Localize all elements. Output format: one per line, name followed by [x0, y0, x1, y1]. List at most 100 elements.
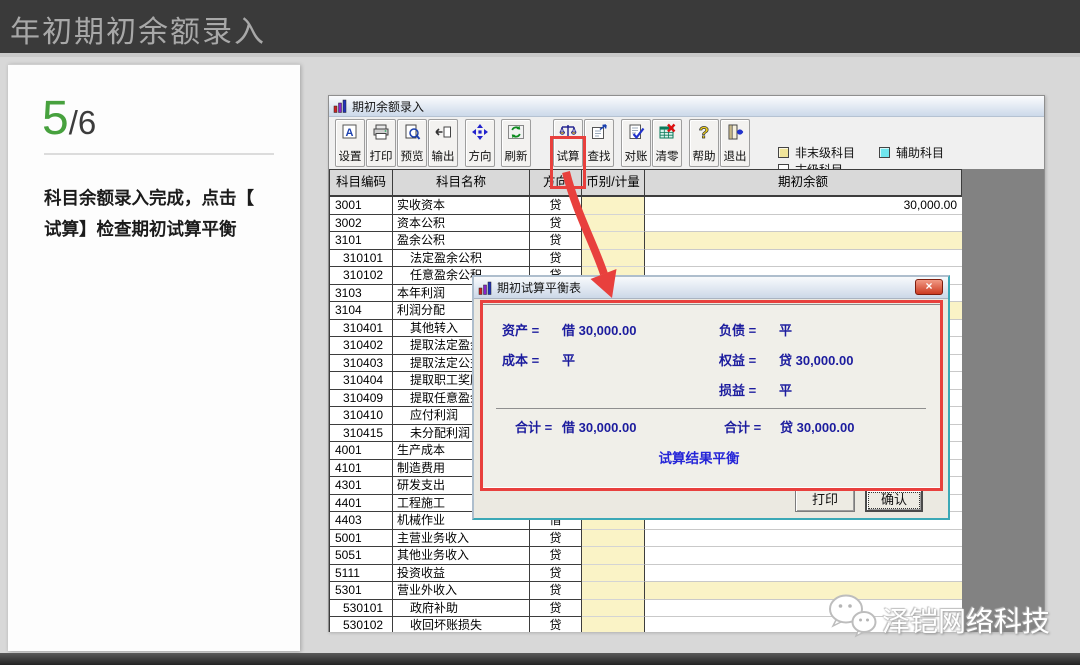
toolbar-button-direction[interactable]: 方向	[465, 119, 495, 167]
cell-currency[interactable]	[582, 250, 645, 268]
cell-account-code: 4301	[330, 477, 393, 495]
cell-opening-balance[interactable]	[645, 250, 962, 268]
cell-opening-balance[interactable]	[645, 215, 962, 233]
cell-account-code: 310403	[330, 355, 393, 373]
dialog-titlebar[interactable]: 期初试算平衡表 ×	[474, 277, 948, 299]
cell-direction: 贷	[530, 547, 582, 565]
cell-currency[interactable]	[582, 617, 645, 632]
cell-currency[interactable]	[582, 197, 645, 215]
toolbar-button-clear[interactable]: 清零	[652, 119, 682, 167]
costs-label: 成本 =	[502, 350, 539, 369]
help-icon: ?	[695, 123, 713, 141]
cell-account-code: 3104	[330, 302, 393, 320]
cell-currency[interactable]	[582, 547, 645, 565]
export-icon	[434, 123, 452, 141]
cell-account-code: 4401	[330, 495, 393, 513]
cell-account-code: 530102	[330, 617, 393, 632]
print-button[interactable]: 打印	[795, 489, 855, 512]
toolbar-button-help[interactable]: ?帮助	[689, 119, 719, 167]
cell-opening-balance[interactable]	[645, 547, 962, 565]
table-row-3101: 3101盈余公积贷	[329, 232, 962, 250]
cell-currency[interactable]	[582, 232, 645, 250]
cell-account-code: 530101	[330, 600, 393, 618]
cell-currency[interactable]	[582, 600, 645, 618]
dialog-title: 期初试算平衡表	[497, 279, 581, 296]
cell-currency[interactable]	[582, 215, 645, 233]
direction-icon	[471, 123, 489, 141]
costs-value: 平	[562, 350, 575, 369]
header-divider	[0, 53, 1080, 57]
toolbar-button-preview[interactable]: 预览	[397, 119, 427, 167]
svg-text:A: A	[346, 127, 354, 139]
assets-label: 资产 =	[502, 320, 539, 339]
cell-account-code: 310415	[330, 425, 393, 443]
cell-account-code: 5111	[330, 565, 393, 583]
liabilities-label: 负债 =	[719, 320, 756, 339]
cell-account-code: 4001	[330, 442, 393, 460]
bar-chart-icon	[478, 281, 493, 295]
cell-opening-balance[interactable]	[645, 232, 962, 250]
toolbar-button-reconcile[interactable]: 对账	[621, 119, 651, 167]
assets-value: 借 30,000.00	[562, 320, 636, 339]
checkbox-icon[interactable]	[778, 147, 789, 158]
column-header-5: 期初余额	[645, 170, 962, 197]
cell-direction: 贷	[530, 600, 582, 618]
cell-account-code: 3001	[330, 197, 393, 215]
cell-opening-balance[interactable]: 30,000.00	[645, 197, 962, 215]
toolbar-button-label: 方向	[469, 148, 492, 164]
table-row-5111: 5111投资收益贷	[329, 565, 962, 583]
toolbar-button-label: 设置	[339, 148, 362, 164]
cell-direction: 贷	[530, 215, 582, 233]
cell-opening-balance[interactable]	[645, 600, 962, 618]
toolbar-button-settings-a[interactable]: A 设置	[335, 119, 365, 167]
toolbar-button-printer[interactable]: 打印	[366, 119, 396, 167]
cell-account-code: 310402	[330, 337, 393, 355]
confirm-button[interactable]: 确认	[865, 489, 923, 512]
grid-filler	[961, 169, 1044, 632]
cell-account-code: 5301	[330, 582, 393, 600]
toolbar-button-label: 试算	[557, 148, 580, 164]
clear-icon	[658, 123, 676, 141]
close-icon[interactable]: ×	[915, 279, 943, 295]
cell-currency[interactable]	[582, 565, 645, 583]
cell-opening-balance[interactable]	[645, 617, 962, 632]
exit-icon	[726, 123, 744, 141]
table-row-310101: 310101法定盈余公积贷	[329, 250, 962, 268]
cell-account-code: 310409	[330, 390, 393, 408]
cell-account-name: 资本公积	[393, 215, 530, 233]
toolbar-button-label: 查找	[588, 148, 611, 164]
toolbar-button-exit[interactable]: 退出	[720, 119, 750, 167]
total-credit-value: 贷 30,000.00	[780, 417, 854, 436]
checkbox-icon[interactable]	[879, 147, 890, 158]
instruction-text: 科目余额录入完成，点击【 试算】检查期初试算平衡	[44, 183, 294, 245]
instruction-panel: 5/6 科目余额录入完成，点击【 试算】检查期初试算平衡	[8, 64, 300, 651]
cell-direction: 贷	[530, 197, 582, 215]
toolbar-button-label: 打印	[370, 148, 393, 164]
table-row-530101: 530101政府补助贷	[329, 600, 962, 618]
toolbar-button-label: 清零	[656, 148, 679, 164]
toolbar-button-label: 对账	[625, 148, 648, 164]
toolbar-button-label: 预览	[401, 148, 424, 164]
toolbar-button-trial-balance[interactable]: 试算	[553, 119, 583, 167]
cell-opening-balance[interactable]	[645, 530, 962, 548]
cell-direction: 贷	[530, 250, 582, 268]
legend-auxiliary-account: 辅助科目	[879, 144, 944, 161]
cell-currency[interactable]	[582, 530, 645, 548]
toolbar-button-export[interactable]: 输出	[428, 119, 458, 167]
table-row-5001: 5001主营业务收入贷	[329, 530, 962, 548]
window-titlebar[interactable]: 期初余额录入	[329, 96, 1044, 117]
cell-currency[interactable]	[582, 582, 645, 600]
trial-result-text: 试算结果平衡	[574, 447, 824, 467]
cell-opening-balance[interactable]	[645, 582, 962, 600]
trial-balance-icon	[559, 123, 577, 141]
cell-opening-balance[interactable]	[645, 565, 962, 583]
toolbar-button-refresh[interactable]: 刷新	[501, 119, 531, 167]
column-header-2: 科目名称	[393, 170, 530, 197]
cell-account-name: 政府补助	[393, 600, 530, 618]
toolbar-button-label: 退出	[724, 148, 747, 164]
grid-header: 科目编码科目名称方向币别/计量期初余额	[329, 169, 962, 197]
cell-account-name: 主营业务收入	[393, 530, 530, 548]
toolbar-button-find[interactable]: 查找	[584, 119, 614, 167]
find-icon	[590, 123, 608, 141]
cell-account-code: 310101	[330, 250, 393, 268]
